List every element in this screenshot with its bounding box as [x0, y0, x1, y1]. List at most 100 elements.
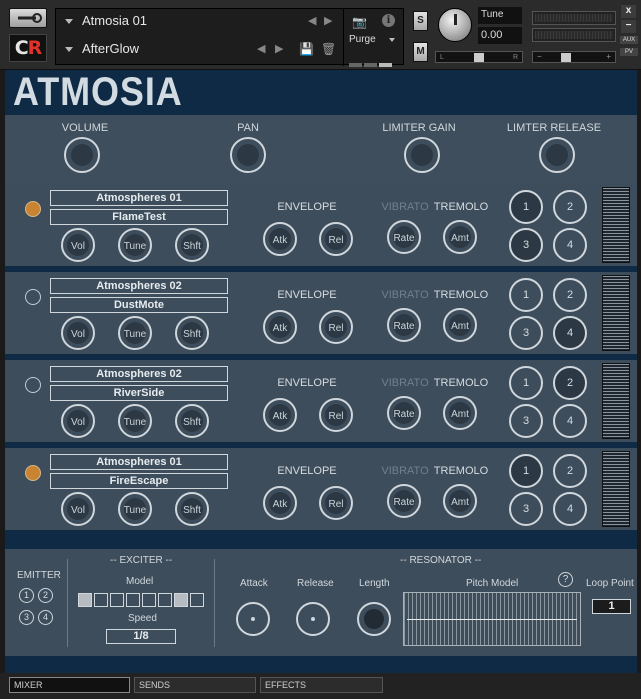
emitter-button-2[interactable]: 2: [553, 278, 587, 312]
model-cell-3[interactable]: [110, 593, 124, 607]
shift-knob[interactable]: Shft: [175, 492, 209, 526]
aux-button[interactable]: AUX: [620, 36, 638, 44]
tune-knob[interactable]: [438, 8, 472, 42]
release-knob[interactable]: Rel: [319, 310, 353, 344]
release-knob[interactable]: Rel: [319, 222, 353, 256]
preset-name[interactable]: AfterGlow: [82, 41, 139, 56]
tune-knob[interactable]: Tune: [118, 404, 152, 438]
tune-knob[interactable]: Tune: [118, 492, 152, 526]
loop-point-value[interactable]: 1: [592, 599, 631, 614]
pan-knob[interactable]: [230, 137, 266, 173]
emitter-button-1[interactable]: 1: [509, 366, 543, 400]
layer-sample[interactable]: FlameTest: [50, 209, 228, 225]
emitter-button-2[interactable]: 2: [553, 366, 587, 400]
purge-label[interactable]: Purge: [349, 34, 376, 45]
emitter-button-2[interactable]: 2: [553, 190, 587, 224]
layer-sample[interactable]: DustMote: [50, 297, 228, 313]
speed-value[interactable]: 1/8: [106, 629, 176, 644]
tab-sends[interactable]: SENDS: [134, 677, 256, 693]
mute-button[interactable]: M: [413, 42, 428, 62]
attack-knob[interactable]: Atk: [263, 486, 297, 520]
limiter-release-knob[interactable]: [539, 137, 575, 173]
model-cell-2[interactable]: [94, 593, 108, 607]
resonator-length-knob[interactable]: [357, 602, 391, 636]
shift-knob[interactable]: Shft: [175, 404, 209, 438]
pitch-model-editor[interactable]: [403, 592, 581, 646]
layer-sample[interactable]: RiverSide: [50, 385, 228, 401]
emitter-button-4[interactable]: 4: [553, 316, 587, 350]
tune-knob[interactable]: Tune: [118, 228, 152, 262]
emitter-select-4[interactable]: 4: [38, 610, 53, 625]
model-cell-1[interactable]: [78, 593, 92, 607]
emitter-select-1[interactable]: 1: [19, 588, 34, 603]
pan-slider[interactable]: L R: [435, 51, 523, 63]
emitter-button-3[interactable]: 3: [509, 492, 543, 526]
volume-slider[interactable]: − +: [532, 51, 616, 63]
pan-handle[interactable]: [474, 53, 484, 62]
layer-category[interactable]: Atmospheres 01: [50, 190, 228, 206]
layer-power-button[interactable]: [25, 465, 41, 481]
chevron-down-icon[interactable]: [65, 47, 73, 52]
instrument-name-row[interactable]: Atmosia 01 ◀ ▶: [56, 9, 342, 36]
vol-knob[interactable]: Vol: [61, 404, 95, 438]
layer-power-button[interactable]: [25, 377, 41, 393]
tune-value[interactable]: 0.00: [478, 27, 522, 44]
emitter-select-2[interactable]: 2: [38, 588, 53, 603]
vibrato-rate-knob[interactable]: Rate: [387, 484, 421, 518]
release-knob[interactable]: Rel: [319, 398, 353, 432]
emitter-button-1[interactable]: 1: [509, 190, 543, 224]
vol-knob[interactable]: Vol: [61, 228, 95, 262]
next-preset-icon[interactable]: ▶: [275, 42, 283, 55]
attack-knob[interactable]: Atk: [263, 222, 297, 256]
tune-knob[interactable]: Tune: [118, 316, 152, 350]
minimize-button[interactable]: −: [621, 20, 636, 33]
instrument-name[interactable]: Atmosia 01: [82, 13, 147, 28]
tremolo-amount-knob[interactable]: Amt: [443, 308, 477, 342]
model-cell-5[interactable]: [142, 593, 156, 607]
layer-category[interactable]: Atmospheres 01: [50, 454, 228, 470]
resonator-attack-knob[interactable]: [236, 602, 270, 636]
shift-knob[interactable]: Shft: [175, 316, 209, 350]
next-icon[interactable]: ▶: [324, 14, 332, 27]
limiter-gain-knob[interactable]: [404, 137, 440, 173]
chevron-down-icon[interactable]: [389, 38, 395, 42]
emitter-button-3[interactable]: 3: [509, 404, 543, 438]
emitter-button-3[interactable]: 3: [509, 228, 543, 262]
layer-power-button[interactable]: [25, 289, 41, 305]
trash-icon[interactable]: 🗑: [321, 42, 336, 56]
emitter-button-2[interactable]: 2: [553, 454, 587, 488]
layer-category[interactable]: Atmospheres 02: [50, 366, 228, 382]
pv-button[interactable]: PV: [620, 48, 638, 56]
shift-knob[interactable]: Shft: [175, 228, 209, 262]
camera-icon[interactable]: 📷: [352, 15, 367, 29]
prev-icon[interactable]: ◀: [308, 14, 316, 27]
save-icon[interactable]: 💾: [299, 42, 314, 56]
attack-knob[interactable]: Atk: [263, 398, 297, 432]
model-cell-8[interactable]: [190, 593, 204, 607]
tab-effects[interactable]: EFFECTS: [260, 677, 383, 693]
release-knob[interactable]: Rel: [319, 486, 353, 520]
close-button[interactable]: x: [621, 5, 636, 18]
volume-handle[interactable]: [561, 53, 571, 62]
chevron-down-icon[interactable]: [65, 19, 73, 24]
tab-mixer[interactable]: MIXER: [9, 677, 130, 693]
tremolo-amount-knob[interactable]: Amt: [443, 396, 477, 430]
solo-button[interactable]: S: [413, 11, 428, 31]
emitter-button-4[interactable]: 4: [553, 492, 587, 526]
vibrato-rate-knob[interactable]: Rate: [387, 220, 421, 254]
emitter-button-1[interactable]: 1: [509, 278, 543, 312]
vibrato-rate-knob[interactable]: Rate: [387, 308, 421, 342]
layer-power-button[interactable]: [25, 201, 41, 217]
model-cell-6[interactable]: [158, 593, 172, 607]
emitter-select-3[interactable]: 3: [19, 610, 34, 625]
attack-knob[interactable]: Atk: [263, 310, 297, 344]
tremolo-amount-knob[interactable]: Amt: [443, 220, 477, 254]
emitter-button-3[interactable]: 3: [509, 316, 543, 350]
model-cell-4[interactable]: [126, 593, 140, 607]
wrench-icon[interactable]: [9, 8, 47, 28]
preset-name-row[interactable]: AfterGlow ◀ ▶ 💾 🗑: [56, 37, 342, 64]
model-cell-7[interactable]: [174, 593, 188, 607]
vibrato-rate-knob[interactable]: Rate: [387, 396, 421, 430]
emitter-button-4[interactable]: 4: [553, 228, 587, 262]
layer-sample[interactable]: FireEscape: [50, 473, 228, 489]
